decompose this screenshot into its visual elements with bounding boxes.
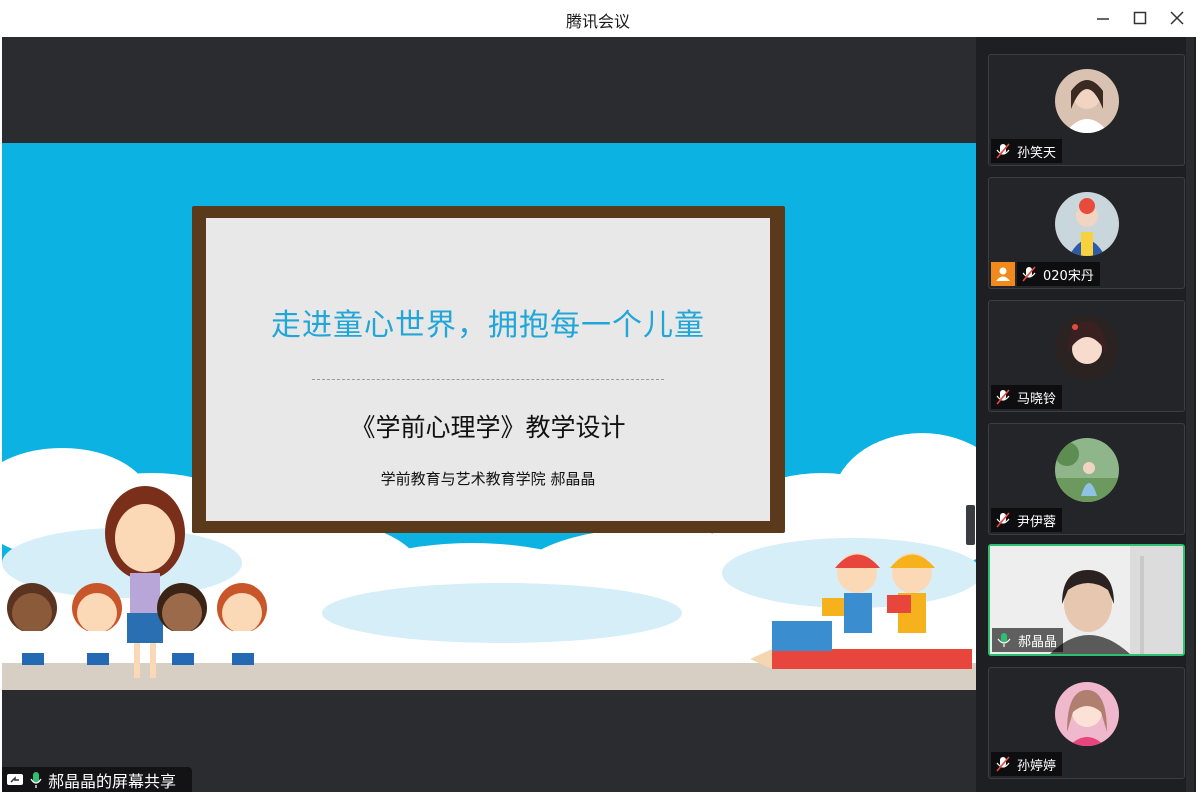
participant-name: 孙婷婷	[1017, 758, 1057, 774]
mic-muted-icon	[996, 389, 1010, 405]
screen-share-label: 郝晶晶的屏幕共享	[2, 767, 192, 792]
avatar	[1055, 315, 1119, 379]
minimize-button[interactable]	[1088, 4, 1118, 32]
participant-tile[interactable]: 尹伊蓉	[988, 423, 1185, 535]
participant-name: 020宋丹	[1043, 268, 1094, 284]
participant-tile[interactable]: 020宋丹	[988, 177, 1185, 289]
participant-name: 郝晶晶	[1018, 634, 1058, 650]
slide-title: 走进童心世界，拥抱每一个儿童	[271, 308, 705, 343]
slide-title-panel: 走进童心世界，拥抱每一个儿童 《学前心理学》教学设计 学前教育与艺术教育学院 郝…	[206, 218, 770, 521]
shared-screen[interactable]: 走进童心世界，拥抱每一个儿童 《学前心理学》教学设计 学前教育与艺术教育学院 郝…	[2, 37, 976, 792]
participant-name-tag: 尹伊蓉	[991, 508, 1063, 532]
sidebar-collapse-handle[interactable]	[966, 505, 975, 545]
participant-name: 尹伊蓉	[1017, 514, 1057, 530]
participant-name-tag: 郝晶晶	[992, 628, 1064, 652]
close-icon	[1170, 11, 1184, 25]
person-icon	[996, 267, 1010, 281]
participant-tile-active-speaker[interactable]: 郝晶晶	[988, 544, 1185, 656]
slide-divider	[312, 379, 664, 380]
window-title: 腾讯会议	[565, 12, 630, 31]
slide-title-board: 走进童心世界，拥抱每一个儿童 《学前心理学》教学设计 学前教育与艺术教育学院 郝…	[192, 206, 785, 533]
sidebar-scrollbar[interactable]	[1186, 37, 1194, 792]
avatar	[1055, 682, 1119, 746]
participant-name-tag: 孙笑天	[991, 139, 1063, 163]
participant-name-tag: 马晓铃	[991, 385, 1063, 409]
mic-muted-icon	[996, 756, 1010, 772]
avatar	[1055, 69, 1119, 133]
maximize-icon	[1133, 11, 1147, 25]
screen-share-icon	[7, 773, 23, 785]
mic-muted-icon	[1022, 266, 1036, 282]
participant-tile[interactable]: 马晓铃	[988, 300, 1185, 412]
minimize-icon	[1097, 18, 1109, 20]
close-button[interactable]	[1162, 4, 1192, 32]
mic-on-icon	[997, 633, 1011, 647]
slide-author: 学前教育与艺术教育学院 郝晶晶	[380, 470, 596, 488]
mic-muted-icon	[996, 512, 1010, 528]
mic-on-icon	[30, 771, 42, 788]
participant-name-tag: 孙婷婷	[991, 752, 1063, 776]
maximize-button[interactable]	[1125, 4, 1155, 32]
screen-share-text: 郝晶晶的屏幕共享	[48, 771, 177, 791]
host-badge	[991, 262, 1015, 286]
title-bar: 腾讯会议	[0, 0, 1196, 37]
avatar	[1055, 192, 1119, 256]
presentation-slide: 走进童心世界，拥抱每一个儿童 《学前心理学》教学设计 学前教育与艺术教育学院 郝…	[2, 143, 976, 690]
participant-sidebar: 孙笑天 020宋丹 马晓铃 尹伊蓉 郝晶晶 孙婷婷	[976, 37, 1196, 792]
participant-tile[interactable]: 孙婷婷	[988, 667, 1185, 779]
participant-name: 孙笑天	[1017, 145, 1057, 161]
avatar	[1055, 438, 1119, 502]
participant-name-tag: 020宋丹	[1017, 262, 1100, 286]
mic-muted-icon	[996, 143, 1010, 159]
participant-tile[interactable]: 孙笑天	[988, 54, 1185, 166]
slide-subtitle: 《学前心理学》教学设计	[350, 413, 626, 442]
participant-name: 马晓铃	[1017, 391, 1057, 407]
